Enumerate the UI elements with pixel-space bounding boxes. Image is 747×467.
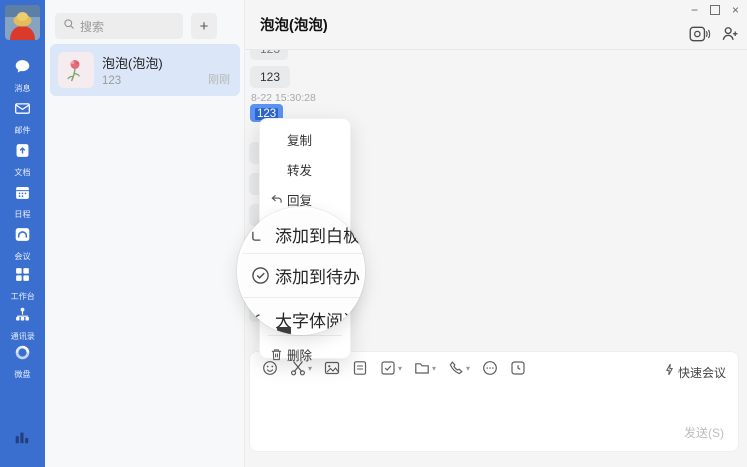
lens-clipped-fragment: [277, 327, 291, 335]
workbench-icon: [14, 266, 31, 288]
conversation-item[interactable]: 泡泡(泡泡) 123 刚刚: [50, 44, 240, 96]
docs-icon: [14, 142, 31, 164]
sidebar-label: 文档: [14, 166, 30, 177]
sidebar-item-workbench[interactable]: 工作台: [0, 266, 45, 302]
chevron-down-icon: ▾: [466, 364, 470, 373]
folder-icon[interactable]: ▾: [414, 360, 436, 376]
send-button[interactable]: 发送(S): [684, 424, 724, 441]
chevron-down-icon: ▾: [398, 364, 402, 373]
user-avatar[interactable]: [5, 5, 40, 40]
flower-avatar: [58, 52, 94, 88]
window-controls: − ×: [691, 2, 739, 18]
trash-icon: [270, 348, 283, 361]
lens-item-add-whiteboard[interactable]: 添加到白板: [237, 219, 365, 249]
lightning-icon: [665, 363, 674, 381]
minimize-button[interactable]: −: [691, 2, 698, 18]
chat-header-actions: [689, 25, 739, 47]
stats-icon[interactable]: [13, 428, 31, 451]
menu-divider: [268, 335, 342, 336]
lens-item-large-font[interactable]: 大字体阅读: [237, 303, 365, 335]
sidebar-item-drive[interactable]: 微盘: [0, 344, 45, 380]
mail-icon: [14, 100, 31, 122]
close-button[interactable]: ×: [732, 2, 739, 18]
chevron-down-icon: ▾: [432, 364, 436, 373]
quick-meeting-button[interactable]: 快速会议: [665, 363, 726, 381]
message-bubble[interactable]: 123: [250, 66, 290, 88]
conversation-name: 泡泡(泡泡): [102, 53, 163, 72]
sidebar-label: 工作台: [10, 290, 34, 301]
lens-divider: [243, 297, 365, 298]
message-timestamp: 8-22 15:30:28: [251, 92, 316, 104]
calendar-icon: [14, 184, 31, 206]
chat-main: 泡泡(泡泡) − × 123 123 8-22 15:30:28 123 123…: [245, 0, 747, 467]
file-icon[interactable]: [352, 360, 368, 376]
sidebar-label: 日程: [14, 208, 30, 219]
sidebar-label: 会议: [14, 250, 30, 261]
sidebar: 消息 邮件 文档 日程 会议: [0, 0, 45, 467]
sidebar-item-meeting[interactable]: 会议: [0, 226, 45, 262]
todo-icon[interactable]: ▾: [380, 360, 402, 376]
search-icon: [63, 17, 75, 35]
chat-bubble-icon: [14, 58, 31, 80]
menu-item-forward[interactable]: 转发: [260, 155, 350, 183]
app-window: 消息 邮件 文档 日程 会议: [0, 0, 747, 467]
lens-item-add-todo[interactable]: 添加到待办: [237, 257, 365, 293]
new-chat-button[interactable]: +: [191, 13, 217, 39]
sidebar-label: 邮件: [14, 124, 30, 135]
lens-divider: [243, 253, 365, 254]
large-font-icon: [251, 312, 266, 327]
contacts-icon: [14, 306, 31, 328]
call-icon[interactable]: ▾: [448, 360, 470, 376]
chat-header: 泡泡(泡泡): [245, 0, 747, 50]
maximize-button[interactable]: [710, 5, 720, 15]
sidebar-item-mail[interactable]: 邮件: [0, 100, 45, 136]
sidebar-label: 微盘: [14, 368, 30, 379]
chat-list-panel: 搜索 + 泡泡(泡泡) 123 刚刚: [45, 0, 245, 467]
video-call-icon[interactable]: [689, 26, 711, 47]
sidebar-item-messages[interactable]: 消息: [0, 58, 45, 94]
sidebar-item-calendar[interactable]: 日程: [0, 184, 45, 220]
sidebar-item-docs[interactable]: 文档: [0, 142, 45, 178]
chat-title: 泡泡(泡泡): [260, 14, 328, 35]
message-bubble-clipped[interactable]: 123: [250, 50, 288, 60]
search-input[interactable]: 搜索: [55, 13, 183, 39]
history-icon[interactable]: [510, 360, 526, 376]
menu-item-copy[interactable]: 复制: [260, 125, 350, 153]
sidebar-label: 通讯录: [10, 330, 34, 341]
menu-item-delete[interactable]: 删除: [260, 340, 350, 368]
sidebar-item-contacts[interactable]: 通讯录: [0, 306, 45, 342]
conversation-time: 刚刚: [208, 71, 230, 87]
sidebar-label: 消息: [14, 82, 30, 93]
reply-icon: [270, 193, 283, 206]
todo-check-icon: [251, 266, 270, 285]
search-placeholder: 搜索: [80, 18, 104, 35]
conversation-preview: 123: [102, 75, 121, 87]
drive-icon: [14, 344, 31, 366]
more-icon[interactable]: [482, 360, 498, 376]
avatar-photo: [5, 5, 40, 40]
whiteboard-icon: [251, 227, 266, 242]
add-member-icon[interactable]: [721, 25, 739, 47]
meeting-icon: [14, 226, 31, 248]
magnifier-lens: 添加到白板 添加到待办 大字体阅读: [237, 207, 365, 335]
